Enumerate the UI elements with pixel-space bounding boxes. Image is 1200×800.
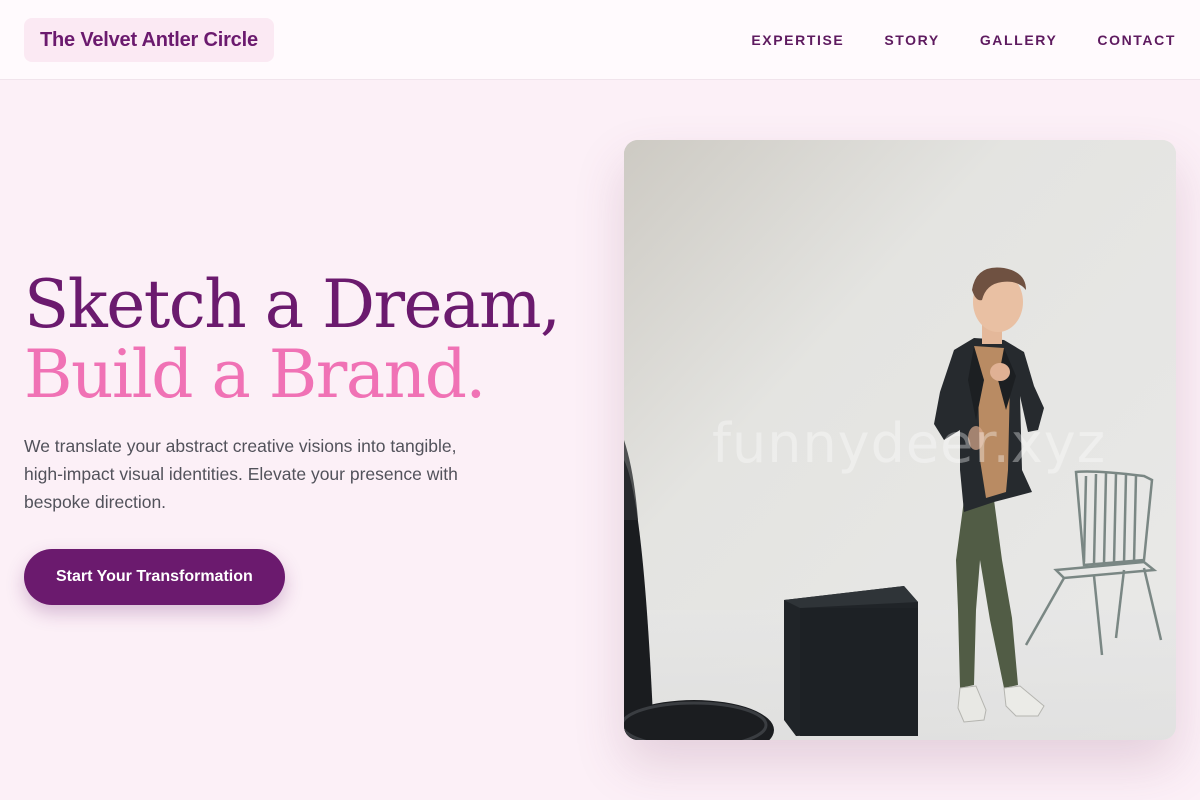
nav-link-gallery[interactable]: GALLERY — [980, 32, 1058, 48]
brand-logo[interactable]: The Velvet Antler Circle — [24, 17, 274, 62]
hero-text: Sketch a Dream, Build a Brand. We transl… — [24, 270, 584, 605]
site-header: The Velvet Antler Circle EXPERTISE STORY… — [0, 0, 1200, 80]
headline-line-2: Build a Brand. — [24, 336, 486, 413]
hero-headline: Sketch a Dream, Build a Brand. — [24, 270, 584, 410]
nav-link-contact[interactable]: CONTACT — [1097, 32, 1176, 48]
headline-line-1: Sketch a Dream, — [24, 266, 561, 343]
hero-subtext: We translate your abstract creative visi… — [24, 436, 458, 512]
nav-link-story[interactable]: STORY — [884, 32, 939, 48]
hero-photo: funnydeer.xyz — [624, 140, 1176, 740]
start-transformation-button[interactable]: Start Your Transformation — [24, 549, 285, 605]
photo-watermark: funnydeer.xyz — [712, 412, 1107, 475]
main-nav: EXPERTISE STORY GALLERY CONTACT — [751, 32, 1176, 48]
nav-link-expertise[interactable]: EXPERTISE — [751, 32, 844, 48]
